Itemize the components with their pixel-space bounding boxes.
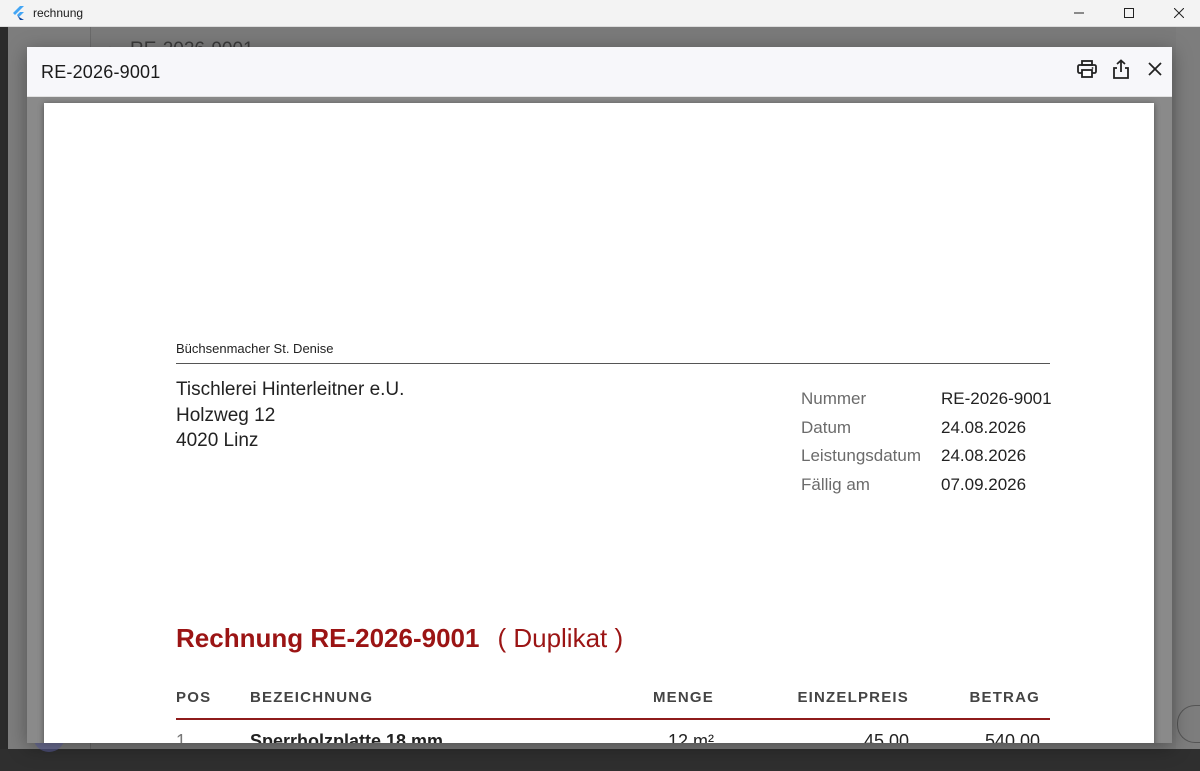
recipient-name: Tischlerei Hinterleitner e.U.: [176, 379, 405, 400]
column-header-unit-price: EINZELPREIS: [797, 689, 909, 706]
invoice-page: Büchsenmacher St. Denise Tischlerei Hint…: [44, 103, 1154, 743]
window-close-button[interactable]: [1161, 0, 1196, 26]
cell-description: Sperrholzplatte 18 mm: [250, 731, 444, 743]
recipient-street: Holzweg 12: [176, 404, 276, 426]
sender-line-text: Büchsenmacher St. Denise: [176, 341, 334, 356]
invoice-duplicate-label: ( Duplikat ): [497, 623, 624, 653]
print-icon: [1077, 60, 1097, 83]
maximize-icon: [1123, 8, 1134, 18]
table-row: 1 Sperrholzplatte 18 mm 12 m² 45,00 540,…: [176, 731, 1050, 743]
maximize-button[interactable]: [1111, 0, 1146, 26]
dialog-title: RE-2026-9001: [41, 62, 161, 82]
meta-value: 24.08.2026: [941, 446, 1027, 466]
meta-value: RE-2026-9001: [941, 389, 1052, 409]
column-header-pos: POS: [176, 689, 212, 706]
meta-label: Fällig am: [801, 474, 870, 494]
column-header-description: BEZEICHNUNG: [250, 689, 374, 706]
recipient-city: 4020 Linz: [176, 430, 259, 451]
cell-pos: 1: [176, 731, 187, 743]
invoice-heading: Rechnung RE-2026-9001 ( Duplikat ): [176, 623, 623, 654]
meta-row-number: Nummer RE-2026-9001: [801, 385, 1052, 414]
minimize-button[interactable]: [1061, 0, 1096, 26]
window-titlebar: rechnung: [0, 0, 1200, 27]
meta-label: Leistungsdatum: [801, 446, 922, 466]
meta-label: Nummer: [801, 389, 867, 409]
cell-unit-price: 45,00: [863, 731, 909, 743]
close-icon: [1173, 8, 1184, 18]
background-status-bar: [0, 749, 1200, 771]
minimize-icon: [1073, 8, 1084, 18]
column-header-amount: BETRAG: [969, 689, 1040, 706]
column-header-quantity: MENGE: [652, 689, 714, 706]
table-header: POS BEZEICHNUNG MENGE EINZELPREIS BETRAG: [176, 689, 1050, 711]
background-right-panel: [1176, 27, 1200, 771]
background-nav-rail: [0, 27, 8, 771]
dialog-close-button[interactable]: [1138, 55, 1172, 89]
meta-row-date: Datum 24.08.2026: [801, 414, 1052, 443]
meta-value: 07.09.2026: [941, 474, 1027, 494]
share-icon: [1112, 59, 1130, 84]
close-icon: [1148, 62, 1162, 81]
meta-row-due-date: Fällig am 07.09.2026: [801, 471, 1052, 500]
cell-amount: 540,00: [984, 731, 1040, 743]
recipient-address: Tischlerei Hinterleitner e.U. Holzweg 12…: [176, 377, 404, 454]
print-button[interactable]: [1070, 55, 1104, 89]
invoice-preview-dialog: RE-2026-9001 Büchsenmacher St. Denise Ti…: [27, 47, 1172, 743]
meta-label: Datum: [801, 417, 852, 437]
flutter-logo-icon: [13, 6, 27, 20]
window-title: rechnung: [33, 6, 84, 20]
meta-value: 24.08.2026: [941, 417, 1027, 437]
table-header-divider: [176, 718, 1050, 720]
share-button[interactable]: [1104, 55, 1138, 89]
dialog-actions: [1070, 47, 1172, 96]
cell-quantity: 12 m²: [667, 731, 714, 743]
meta-row-service-date: Leistungsdatum 24.08.2026: [801, 442, 1052, 471]
invoice-heading-title: Rechnung RE-2026-9001: [176, 623, 480, 653]
dialog-header: RE-2026-9001: [27, 47, 1172, 97]
sender-divider: [176, 363, 1050, 364]
invoice-meta: Nummer RE-2026-9001 Datum 24.08.2026 Lei…: [801, 385, 1052, 499]
